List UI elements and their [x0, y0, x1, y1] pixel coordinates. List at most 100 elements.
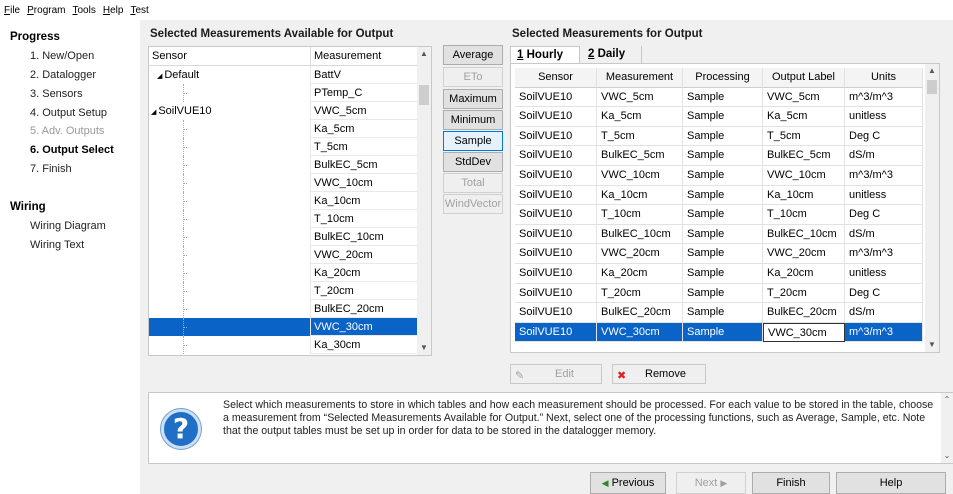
output-cell[interactable]: Sample — [683, 224, 763, 245]
scroll-thumb[interactable] — [927, 80, 937, 94]
help-scrollbar[interactable]: ⌃ ⌄ — [941, 393, 953, 463]
output-cell[interactable]: BulkEC_20cm — [763, 303, 845, 323]
output-row[interactable]: SoilVUE10 Ka_10cm Sample Ka_10cm unitless — [515, 185, 923, 206]
available-measurement-cell[interactable]: BattV — [311, 66, 419, 84]
output-cell[interactable]: SoilVUE10 — [515, 303, 597, 323]
nav-step-output-setup[interactable]: 4. Output Setup — [30, 107, 107, 119]
scroll-thumb[interactable] — [419, 85, 429, 105]
scroll-up-icon[interactable]: ⌃ — [941, 393, 953, 407]
output-cell[interactable]: Deg C — [845, 126, 923, 147]
remove-button[interactable]: ✖ Remove — [612, 364, 706, 384]
processing-button-sample[interactable]: Sample — [443, 131, 503, 151]
output-cell[interactable]: SoilVUE10 — [515, 283, 597, 304]
output-cell[interactable]: unitless — [845, 263, 923, 284]
scroll-up-icon[interactable]: ▲ — [417, 47, 431, 61]
output-cell[interactable]: Sample — [683, 87, 763, 108]
output-cell[interactable]: m^3/m^3 — [845, 322, 923, 343]
tab-hourly[interactable]: 1 Hourly — [510, 46, 580, 64]
output-cell[interactable]: Sample — [683, 283, 763, 304]
output-row[interactable]: SoilVUE10 BulkEC_20cm Sample BulkEC_20cm dS/… — [515, 303, 923, 323]
output-cell[interactable]: SoilVUE10 — [515, 185, 597, 206]
available-sensor-cell[interactable] — [149, 192, 311, 210]
available-sensor-cell[interactable] — [149, 156, 311, 174]
available-row[interactable]: Ka_5cm — [149, 120, 419, 138]
output-row[interactable]: SoilVUE10 T_10cm Sample T_10cm Deg C — [515, 205, 923, 225]
output-cell[interactable]: VWC_5cm — [763, 87, 845, 108]
output-scrollbar[interactable]: ▲ ▼ — [925, 64, 939, 352]
scroll-down-icon[interactable]: ▼ — [925, 338, 939, 352]
output-cell[interactable]: Deg C — [845, 205, 923, 225]
output-cell[interactable]: VWC_30cm — [597, 322, 683, 343]
output-cell[interactable]: SoilVUE10 — [515, 107, 597, 127]
menu-file[interactable]: File — [4, 5, 20, 16]
scroll-down-icon[interactable]: ▼ — [417, 341, 431, 355]
available-row[interactable]: Ka_10cm — [149, 192, 419, 210]
output-cell[interactable]: T_5cm — [763, 126, 845, 147]
available-measurement-cell[interactable]: Ka_5cm — [311, 120, 419, 138]
output-cell[interactable]: Sample — [683, 303, 763, 323]
output-cell[interactable]: T_10cm — [763, 205, 845, 225]
available-sensor-cell[interactable] — [149, 264, 311, 282]
nav-step-new-open[interactable]: 1. New/Open — [30, 50, 94, 62]
output-cell[interactable]: Ka_10cm — [597, 185, 683, 206]
available-measurement-cell[interactable]: VWC_5cm — [311, 102, 419, 120]
available-measurement-cell[interactable]: VWC_20cm — [311, 246, 419, 264]
col-header-sensor[interactable]: Sensor — [149, 47, 311, 66]
output-cell[interactable]: m^3/m^3 — [845, 165, 923, 186]
output-cell[interactable]: SoilVUE10 — [515, 87, 597, 108]
output-cell[interactable]: Ka_20cm — [597, 263, 683, 284]
available-row[interactable]: BulkEC_5cm — [149, 156, 419, 174]
menu-tools[interactable]: Tools — [72, 5, 95, 16]
available-measurement-cell[interactable]: PTemp_C — [311, 84, 419, 102]
available-sensor-cell[interactable] — [149, 84, 311, 102]
available-measurement-cell[interactable]: Ka_20cm — [311, 264, 419, 282]
output-cell[interactable]: Sample — [683, 205, 763, 225]
output-cell[interactable]: SoilVUE10 — [515, 263, 597, 284]
output-row[interactable]: SoilVUE10 VWC_30cm Sample VWC_30cm m^3/m^3 — [515, 322, 923, 343]
output-cell[interactable]: BulkEC_5cm — [597, 146, 683, 166]
available-measurements-table[interactable]: Sensor Measurement ◢ Default BattV PTemp_C… — [148, 46, 432, 356]
output-cell[interactable]: VWC_20cm — [763, 244, 845, 264]
available-measurement-cell[interactable]: Ka_10cm — [311, 192, 419, 210]
scroll-up-icon[interactable]: ▲ — [925, 64, 939, 78]
output-cell[interactable]: BulkEC_10cm — [763, 224, 845, 245]
output-cell[interactable]: BulkEC_20cm — [597, 303, 683, 323]
output-cell[interactable]: Ka_5cm — [597, 107, 683, 127]
nav-wiring-text[interactable]: Wiring Text — [30, 239, 84, 251]
output-cell[interactable]: dS/m — [845, 303, 923, 323]
output-cell[interactable]: Sample — [683, 263, 763, 284]
nav-step-finish[interactable]: 7. Finish — [30, 163, 72, 175]
available-measurement-cell[interactable]: T_20cm — [311, 282, 419, 300]
output-row[interactable]: SoilVUE10 BulkEC_5cm Sample BulkEC_5cm dS/m — [515, 146, 923, 166]
sensor-node-label[interactable]: SoilVUE10 — [158, 105, 211, 117]
output-cell[interactable]: Sample — [683, 322, 763, 343]
available-sensor-cell[interactable] — [149, 174, 311, 192]
output-cell[interactable]: SoilVUE10 — [515, 165, 597, 186]
menu-help[interactable]: Help — [103, 5, 124, 16]
output-column-header[interactable]: Measurement — [597, 68, 683, 88]
tab-daily[interactable]: 2 Daily — [582, 46, 642, 64]
output-cell[interactable]: m^3/m^3 — [845, 244, 923, 264]
available-measurement-cell[interactable]: T_10cm — [311, 210, 419, 228]
available-sensor-cell[interactable]: ◢ SoilVUE10 — [149, 102, 311, 120]
output-cell[interactable]: VWC_10cm — [763, 165, 845, 186]
available-row[interactable]: VWC_20cm — [149, 246, 419, 264]
nav-wiring-diagram[interactable]: Wiring Diagram — [30, 220, 106, 232]
output-cell[interactable]: Sample — [683, 165, 763, 186]
output-cell[interactable]: VWC_5cm — [597, 87, 683, 108]
output-row[interactable]: SoilVUE10 T_5cm Sample T_5cm Deg C — [515, 126, 923, 147]
help-button[interactable]: Help — [836, 472, 946, 494]
output-cell[interactable]: BulkEC_5cm — [763, 146, 845, 166]
output-table[interactable]: Sensor Measurement Processing Output Label U… — [510, 63, 940, 353]
scroll-down-icon[interactable]: ⌄ — [941, 449, 953, 463]
sensor-node-label[interactable]: Default — [164, 69, 199, 81]
available-row[interactable]: VWC_30cm — [149, 318, 419, 336]
available-scrollbar[interactable]: ▲ ▼ — [417, 47, 431, 355]
output-cell[interactable]: unitless — [845, 185, 923, 206]
available-sensor-cell[interactable] — [149, 120, 311, 138]
output-column-header[interactable]: Output Label — [763, 68, 845, 88]
output-label-input[interactable]: VWC_30cm — [763, 322, 845, 343]
output-cell[interactable]: Sample — [683, 107, 763, 127]
available-row[interactable]: VWC_10cm — [149, 174, 419, 192]
output-cell[interactable]: dS/m — [845, 146, 923, 166]
